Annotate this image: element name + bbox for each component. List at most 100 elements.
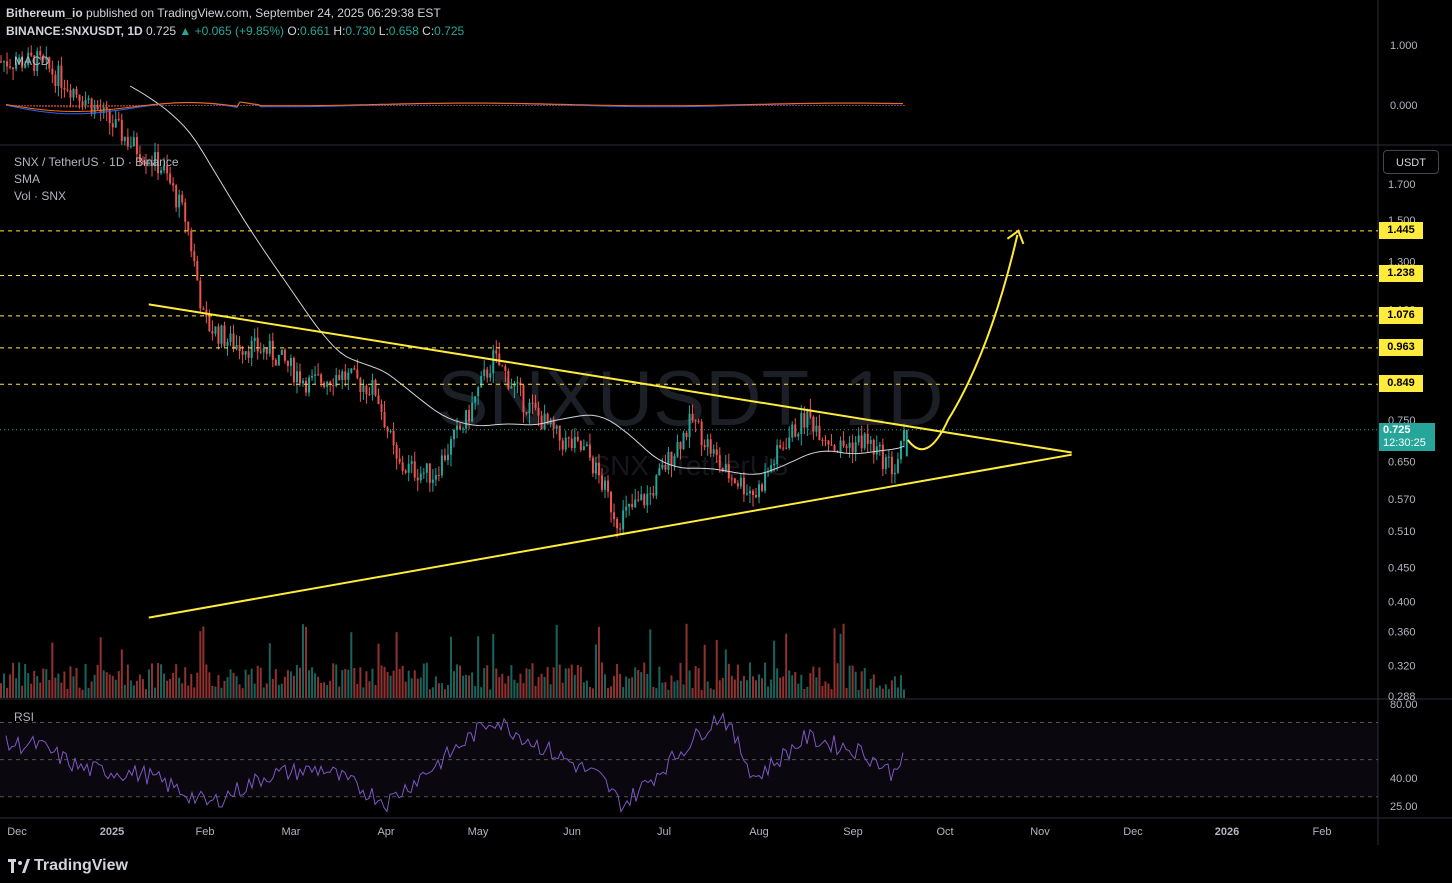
candle	[700, 421, 703, 446]
candle	[51, 68, 54, 75]
candle	[782, 447, 785, 449]
volume-bar	[555, 624, 558, 698]
volume-bar	[111, 675, 114, 698]
volume-bar	[36, 676, 39, 698]
candle	[691, 413, 694, 421]
level-tag-1: 1.445	[1379, 222, 1423, 239]
volume-bar	[335, 664, 338, 698]
volume-bar	[845, 688, 848, 698]
candle	[419, 473, 422, 481]
candle	[449, 439, 452, 455]
macd-histogram-bar	[114, 105, 116, 107]
rsi-tick: 25.00	[1390, 801, 1418, 813]
macd-histogram-bar	[201, 105, 203, 106]
candle	[857, 435, 860, 443]
volume-bar	[821, 685, 824, 698]
volume-bar	[223, 680, 226, 698]
pair-label[interactable]: SNX / TetherUS · 1D · Binance	[14, 155, 179, 169]
macd-histogram-bar	[783, 105, 785, 106]
candle	[537, 407, 540, 416]
candle	[893, 472, 896, 475]
candle	[652, 493, 655, 496]
volume-bar	[422, 663, 425, 698]
candle	[9, 66, 12, 68]
volume-bar	[45, 669, 48, 698]
candle	[190, 230, 193, 252]
time-tick: May	[468, 826, 489, 838]
macd-histogram-bar	[105, 105, 107, 107]
candle	[896, 459, 899, 473]
volume-bar	[570, 664, 573, 698]
candle	[126, 136, 129, 147]
macd-histogram-bar	[525, 105, 527, 106]
candle	[305, 380, 308, 393]
volume-bar	[21, 685, 24, 698]
volume-bar	[727, 663, 730, 698]
candle	[338, 375, 341, 380]
open-label: O:	[287, 24, 301, 38]
candle	[764, 472, 767, 491]
candle	[788, 437, 791, 449]
volume-bar	[730, 675, 733, 698]
volume-bar	[477, 636, 480, 698]
candle	[585, 444, 588, 447]
volume-bar	[733, 679, 736, 698]
candle	[480, 376, 483, 388]
author-name[interactable]: Bithereum_io	[6, 6, 83, 20]
volume-bar	[706, 681, 709, 698]
macd-histogram-bar	[465, 105, 467, 106]
volume-bar	[0, 683, 2, 698]
volume-bar	[504, 683, 507, 698]
macd-label[interactable]: MACD	[14, 54, 49, 68]
macd-histogram-bar	[414, 105, 416, 106]
macd-histogram-bar	[126, 105, 128, 107]
price-chart[interactable]: SNXUSDT, 1DSNX / TetherUS1.0000.0001.700…	[0, 0, 1452, 883]
candle	[899, 440, 902, 460]
macd-histogram-bar	[198, 105, 200, 106]
volume-bar	[576, 664, 579, 698]
time-tick: Apr	[377, 826, 394, 838]
volume-label[interactable]: Vol · SNX	[14, 189, 66, 203]
time-tick: Mar	[282, 826, 301, 838]
macd-histogram-bar	[159, 105, 161, 106]
macd-histogram-bar	[78, 105, 80, 108]
candle	[676, 442, 679, 457]
candle	[172, 183, 175, 186]
tradingview-logo[interactable]: TradingView	[8, 857, 128, 875]
macd-histogram-bar	[495, 105, 497, 106]
candle	[374, 379, 377, 396]
volume-bar	[721, 677, 724, 698]
close-label: C:	[422, 24, 435, 38]
volume-bar	[181, 683, 184, 698]
rsi-label[interactable]: RSI	[14, 710, 34, 724]
macd-histogram-bar	[537, 105, 539, 106]
volume-bar	[78, 687, 81, 698]
symbol-label[interactable]: BINANCE:SNXUSDT, 1D	[6, 24, 143, 38]
volume-bar	[175, 664, 178, 698]
volume-bar	[761, 678, 764, 698]
volume-bar	[353, 667, 356, 698]
volume-bar	[739, 680, 742, 698]
candle	[295, 371, 298, 383]
volume-bar	[389, 675, 392, 698]
candle	[344, 371, 347, 380]
rsi-tick: 40.00	[1390, 773, 1418, 785]
volume-bar	[428, 689, 431, 698]
volume-bar	[347, 669, 350, 698]
macd-histogram-bar	[417, 105, 419, 106]
volume-bar	[226, 677, 229, 698]
candle	[733, 478, 736, 484]
macd-histogram-bar	[507, 105, 509, 106]
candle	[359, 378, 362, 392]
macd-histogram-bar	[471, 105, 473, 106]
sma-label[interactable]: SMA	[14, 172, 40, 186]
volume-bar	[211, 685, 214, 698]
volume-bar	[474, 686, 477, 698]
candle	[649, 493, 652, 495]
volume-bar	[453, 671, 455, 698]
candle	[341, 371, 344, 380]
candle	[866, 433, 869, 444]
macd-histogram-bar	[546, 105, 548, 106]
volume-bar	[135, 680, 138, 698]
currency-unit-button[interactable]: USDT	[1383, 150, 1439, 174]
